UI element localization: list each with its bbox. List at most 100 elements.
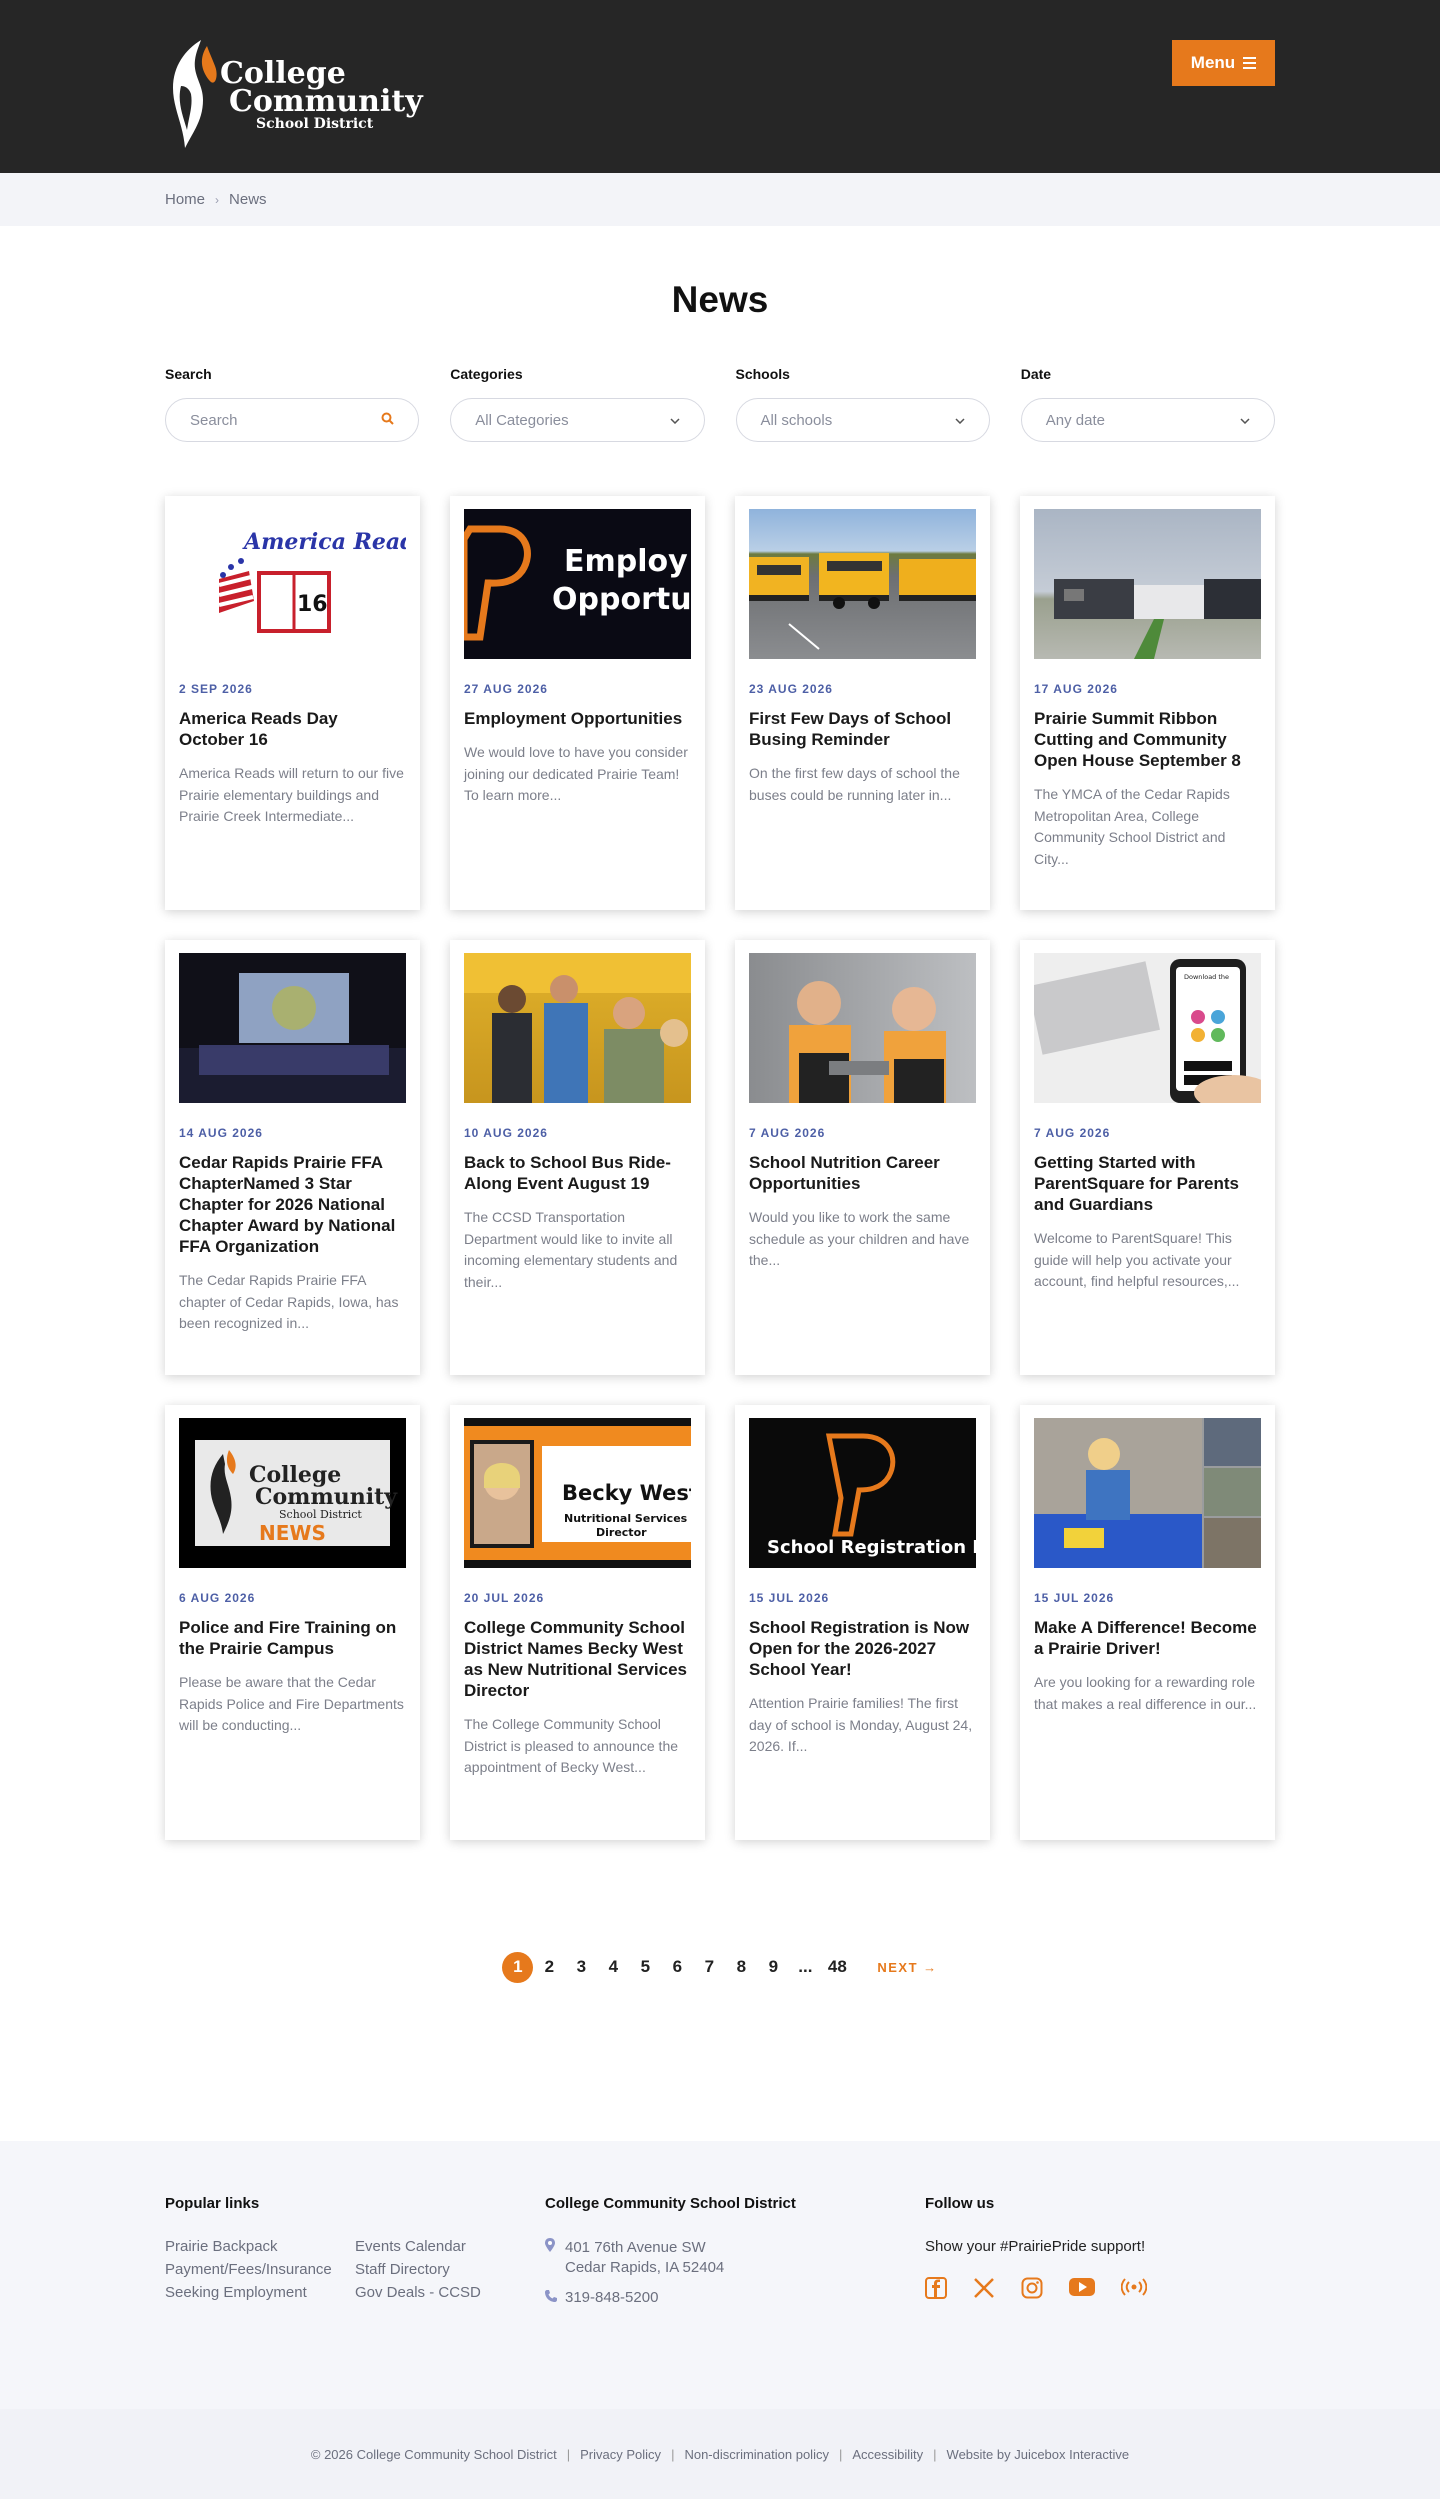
page-link-7[interactable]: 7: [693, 1951, 725, 1983]
article-excerpt: Attention Prairie families! The first da…: [749, 1695, 973, 1754]
address-line-1: 401 76th Avenue SW: [565, 2239, 706, 2256]
footer-link[interactable]: Seeking Employment: [165, 2284, 355, 2301]
date-label: Date: [1020, 366, 1052, 382]
filter-search: Search Search: [165, 366, 420, 442]
categories-label: Categories: [450, 366, 523, 382]
article-title[interactable]: Make A Difference! Become a Prairie Driv…: [1034, 1617, 1261, 1659]
article-title[interactable]: College Community School District Names …: [464, 1617, 691, 1701]
page-link-2[interactable]: 2: [533, 1951, 565, 1983]
menu-button[interactable]: Menu: [1172, 40, 1275, 86]
news-card[interactable]: College Community School District NEWS 6…: [165, 1405, 420, 1840]
article-excerpt: On the first few days of school the buse…: [749, 765, 960, 803]
x-icon[interactable]: [973, 2277, 995, 2305]
page-link-4[interactable]: 4: [597, 1951, 629, 1983]
youtube-icon[interactable]: [1069, 2277, 1095, 2305]
article-title[interactable]: School Nutrition Career Opportunities: [749, 1152, 976, 1194]
phone-icon: [545, 2288, 557, 2308]
legal-bar: © 2026 College Community School District…: [0, 2409, 1440, 2499]
article-title[interactable]: America Reads Day October 16: [179, 708, 406, 750]
news-card[interactable]: 16 America Reads 2 SEP 2026 America Read…: [165, 496, 420, 910]
footer-link[interactable]: Gov Deals - CCSD: [355, 2284, 515, 2301]
page-link-1[interactable]: 1: [502, 1951, 534, 1983]
article-title[interactable]: Prairie Summit Ribbon Cutting and Commun…: [1034, 708, 1261, 771]
filter-schools: Schools All schools: [735, 366, 990, 442]
article-image: [749, 509, 976, 659]
date-select[interactable]: Any date: [1020, 398, 1275, 442]
article-excerpt: The Cedar Rapids Prairie FFA chapter of …: [179, 1272, 399, 1331]
article-title[interactable]: Police and Fire Training on the Prairie …: [179, 1617, 406, 1659]
pagination: 1 2 3 4 5 6 7 8 9 ... 48 NEXT →: [0, 1951, 1440, 1983]
article-image: [1034, 1418, 1261, 1568]
schools-label: Schools: [735, 366, 790, 382]
article-title[interactable]: Getting Started with ParentSquare for Pa…: [1034, 1152, 1261, 1215]
website-credit-link[interactable]: Website by Juicebox Interactive: [947, 2447, 1130, 2462]
news-card[interactable]: Download the 7 AUG 2026 Getting Started …: [1020, 940, 1275, 1375]
page-link-48[interactable]: 48: [821, 1951, 853, 1983]
article-date: 20 JUL 2026: [464, 1591, 545, 1605]
privacy-policy-link[interactable]: Privacy Policy: [580, 2447, 661, 2462]
schools-select[interactable]: All schools: [735, 398, 990, 442]
footer-contact: College Community School District 401 76…: [545, 2195, 796, 2308]
categories-value: All Categories: [475, 411, 569, 429]
article-image: School Registration Is Now Open!: [749, 1418, 976, 1568]
copyright-text: © 2026 College Community School District: [310, 2446, 557, 2462]
next-page-link[interactable]: NEXT →: [877, 1960, 937, 1975]
article-title[interactable]: Employment Opportunities: [464, 708, 691, 729]
footer-link[interactable]: Staff Directory: [355, 2261, 515, 2278]
news-card[interactable]: 14 AUG 2026 Cedar Rapids Prairie FFA Cha…: [165, 940, 420, 1375]
svg-text:School District: School District: [279, 1508, 362, 1521]
district-logo[interactable]: College Community School District: [163, 36, 423, 154]
separator: |: [566, 2446, 571, 2462]
breadcrumb: Home › News: [0, 173, 1440, 226]
news-card[interactable]: Becky West Nutritional Services Director…: [450, 1405, 705, 1840]
article-image: Becky West Nutritional Services Director: [464, 1418, 691, 1568]
news-card[interactable]: 17 AUG 2026 Prairie Summit Ribbon Cuttin…: [1020, 496, 1275, 910]
page-link-5[interactable]: 5: [629, 1951, 661, 1983]
article-date: 6 AUG 2026: [179, 1591, 256, 1605]
phone-link[interactable]: 319-848-5200: [565, 2288, 658, 2308]
news-card[interactable]: School Registration Is Now Open! 15 JUL …: [735, 1405, 990, 1840]
news-card[interactable]: 15 JUL 2026 Make A Difference! Become a …: [1020, 1405, 1275, 1840]
image-caption: Becky West: [562, 1481, 691, 1505]
podcast-icon[interactable]: [1120, 2277, 1148, 2305]
search-input[interactable]: Search: [165, 398, 420, 442]
page-link-3[interactable]: 3: [565, 1951, 597, 1983]
article-image: 16 America Reads: [179, 509, 406, 659]
instagram-icon[interactable]: [1021, 2277, 1043, 2305]
categories-select[interactable]: All Categories: [450, 398, 705, 442]
image-caption: America Reads: [242, 529, 406, 555]
site-footer: Popular links Prairie Backpack Events Ca…: [0, 2141, 1440, 2409]
news-card[interactable]: 7 AUG 2026 School Nutrition Career Oppor…: [735, 940, 990, 1375]
article-excerpt: Are you looking for a rewarding role tha…: [1034, 1674, 1257, 1712]
article-title[interactable]: Back to School Bus Ride-Along Event Augu…: [464, 1152, 691, 1194]
breadcrumb-current: News: [229, 191, 267, 208]
footer-link[interactable]: Events Calendar: [355, 2238, 515, 2255]
article-date: 17 AUG 2026: [1034, 682, 1118, 696]
article-title[interactable]: School Registration is Now Open for the …: [749, 1617, 976, 1680]
article-date: 15 JUL 2026: [749, 1591, 830, 1605]
article-title[interactable]: Cedar Rapids Prairie FFA ChapterNamed 3 …: [179, 1152, 406, 1257]
svg-text:Nutritional Services: Nutritional Services: [564, 1512, 688, 1525]
news-card[interactable]: Employ Opportu 27 AUG 2026 Employment Op…: [450, 496, 705, 910]
image-caption: NEWS: [259, 1521, 326, 1545]
footer-link[interactable]: Prairie Backpack: [165, 2238, 355, 2255]
search-icon[interactable]: [381, 412, 394, 429]
article-image: Download the: [1034, 953, 1261, 1103]
footer-link[interactable]: Payment/Fees/Insurance: [165, 2261, 355, 2278]
facebook-icon[interactable]: [925, 2277, 947, 2305]
article-title[interactable]: First Few Days of School Busing Reminder: [749, 708, 976, 750]
article-date: 2 SEP 2026: [179, 682, 253, 696]
news-filters: Search Search Categories All Categories …: [165, 366, 1275, 442]
page-link-8[interactable]: 8: [725, 1951, 757, 1983]
breadcrumb-home-link[interactable]: Home: [165, 191, 205, 208]
accessibility-link[interactable]: Accessibility: [852, 2447, 923, 2462]
article-excerpt: The College Community School District is…: [464, 1716, 679, 1775]
news-card[interactable]: 10 AUG 2026 Back to School Bus Ride-Alon…: [450, 940, 705, 1375]
nondiscrimination-link[interactable]: Non-discrimination policy: [684, 2447, 829, 2462]
page-link-6[interactable]: 6: [661, 1951, 693, 1983]
search-label: Search: [165, 366, 212, 382]
news-card[interactable]: 23 AUG 2026 First Few Days of School Bus…: [735, 496, 990, 910]
page-link-9[interactable]: 9: [757, 1951, 789, 1983]
article-image: Employ Opportu: [464, 509, 691, 659]
chevron-down-icon: [955, 413, 965, 427]
